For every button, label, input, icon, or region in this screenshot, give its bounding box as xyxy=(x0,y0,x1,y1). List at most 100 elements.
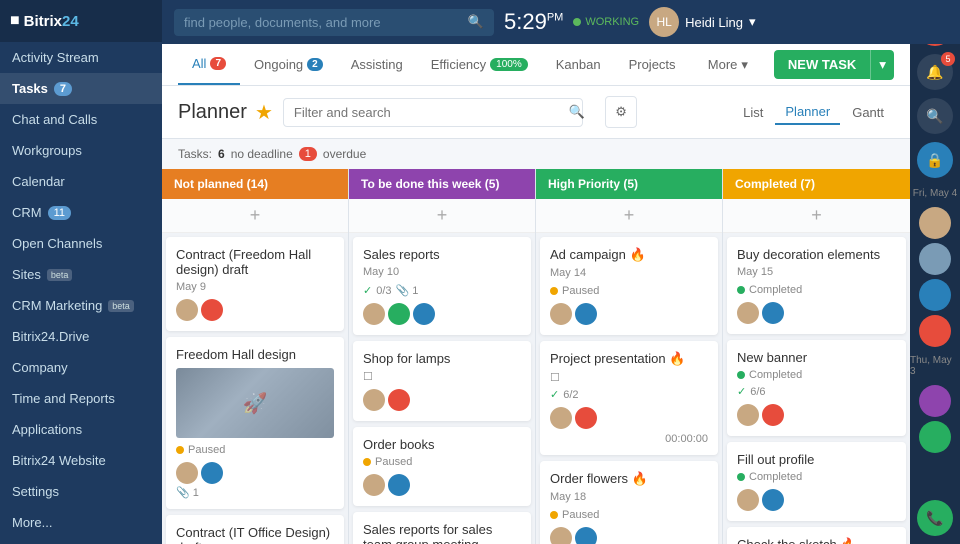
planner-title: Planner ★ xyxy=(178,100,273,125)
sidebar-item-workgroups[interactable]: Workgroups xyxy=(0,135,162,166)
rp-avatar-6[interactable] xyxy=(919,421,951,453)
tab-all[interactable]: All 7 xyxy=(178,44,240,85)
sidebar-item-crm-marketing[interactable]: CRM Marketing beta xyxy=(0,290,162,321)
card-order-books[interactable]: Order books Paused xyxy=(353,427,531,506)
tab-projects[interactable]: Projects xyxy=(615,45,690,84)
col-cards-to-be-done: Sales reports May 10 ✓ 0/3 📎 1 Shop for … xyxy=(349,233,535,544)
tab-more[interactable]: More ▾ xyxy=(694,45,762,85)
avatar xyxy=(363,389,385,411)
avatar xyxy=(762,404,784,426)
rp-avatar-3[interactable] xyxy=(919,279,951,311)
date-label: Fri, May 4 xyxy=(913,188,957,199)
card-ad-campaign[interactable]: Ad campaign 🔥 May 14 Paused xyxy=(540,237,718,335)
sidebar-item-drive[interactable]: Bitrix24.Drive xyxy=(0,321,162,352)
view-list-button[interactable]: List xyxy=(733,101,773,124)
sidebar-item-activity-stream[interactable]: Activity Stream xyxy=(0,42,162,73)
status-dot xyxy=(550,287,558,295)
card-check-sketch[interactable]: Check the sketch 🔥 ✓ 4/4 xyxy=(727,527,906,544)
view-options: List Planner Gantt xyxy=(733,100,894,125)
card-contract-it[interactable]: Contract (IT Office Design) draft May 17 xyxy=(166,515,344,544)
chevron-down-icon: ▾ xyxy=(749,14,756,30)
rp-avatar-5[interactable] xyxy=(919,385,951,417)
col-add-not-planned[interactable]: + xyxy=(162,199,348,233)
col-header-high-priority: High Priority (5) xyxy=(536,169,722,199)
sidebar-item-applications[interactable]: Applications xyxy=(0,414,162,445)
col-header-not-planned: Not planned (14) xyxy=(162,169,348,199)
avatar xyxy=(575,303,597,325)
avatar xyxy=(176,299,198,321)
configure-menu-button[interactable]: CONFIGURE MENU ⚙ xyxy=(0,538,162,544)
search-input[interactable] xyxy=(184,15,462,30)
sidebar-item-calendar[interactable]: Calendar xyxy=(0,166,162,197)
planner-settings-button[interactable]: ⚙ xyxy=(605,96,637,128)
app-name: Bitrix24 xyxy=(24,13,79,30)
view-planner-button[interactable]: Planner xyxy=(775,100,840,125)
search-box[interactable]: 🔍 xyxy=(174,9,494,36)
tab-kanban[interactable]: Kanban xyxy=(542,45,615,84)
avatar xyxy=(176,462,198,484)
bell-icon: 🔔 xyxy=(926,64,943,81)
card-image: 🚀 xyxy=(176,368,334,438)
kanban-board: Not planned (14) + Contract (Freedom Hal… xyxy=(162,169,910,544)
avatar xyxy=(201,299,223,321)
new-task-dropdown-button[interactable]: ▾ xyxy=(870,50,894,80)
sidebar-item-tasks[interactable]: Tasks 7 xyxy=(0,73,162,104)
right-panel: ? 1 🔔 5 🔍 🔒 Fri, May 4 Thu, May 3 📞 xyxy=(910,0,960,544)
column-to-be-done: To be done this week (5) + Sales reports… xyxy=(349,169,536,544)
sidebar-item-open-channels[interactable]: Open Channels xyxy=(0,228,162,259)
user-avatar: HL xyxy=(649,7,679,37)
date-label-2: Thu, May 3 xyxy=(910,355,960,377)
col-add-completed[interactable]: + xyxy=(723,199,910,233)
sidebar-item-chat-calls[interactable]: Chat and Calls xyxy=(0,104,162,135)
status-dot xyxy=(737,473,745,481)
sidebar-item-website[interactable]: Bitrix24 Website xyxy=(0,445,162,476)
col-add-high-priority[interactable]: + xyxy=(536,199,722,233)
tab-assisting[interactable]: Assisting xyxy=(337,45,417,84)
filter-input[interactable] xyxy=(283,98,583,127)
lock-button[interactable]: 🔒 xyxy=(917,142,953,178)
status-dot xyxy=(363,458,371,466)
star-icon[interactable]: ★ xyxy=(255,100,273,125)
sidebar-item-company[interactable]: Company xyxy=(0,352,162,383)
sidebar-item-settings[interactable]: Settings xyxy=(0,476,162,507)
col-header-completed: Completed (7) xyxy=(723,169,910,199)
rp-avatar-4[interactable] xyxy=(919,315,951,347)
sidebar-item-crm[interactable]: CRM 11 xyxy=(0,197,162,228)
card-order-flowers[interactable]: Order flowers 🔥 May 18 Paused xyxy=(540,461,718,544)
topbar: 🔍 5:29PM WORKING HL Heidi Ling ▾ xyxy=(162,0,960,44)
search-icon: 🔍 xyxy=(569,104,585,120)
card-fill-out-profile[interactable]: Fill out profile Completed xyxy=(727,442,906,521)
card-buy-decoration[interactable]: Buy decoration elements May 15 Completed xyxy=(727,237,906,334)
tab-ongoing[interactable]: Ongoing 2 xyxy=(240,45,337,84)
card-project-presentation[interactable]: Project presentation 🔥 ☐ ✓ 6/2 00:00:00 xyxy=(540,341,718,455)
card-sales-reports[interactable]: Sales reports May 10 ✓ 0/3 📎 1 xyxy=(353,237,531,335)
gear-icon: ⚙ xyxy=(615,104,627,120)
column-not-planned: Not planned (14) + Contract (Freedom Hal… xyxy=(162,169,349,544)
notifications-button[interactable]: 🔔 5 xyxy=(917,54,953,90)
column-completed: Completed (7) + Buy decoration elements … xyxy=(723,169,910,544)
sidebar-item-more[interactable]: More... xyxy=(0,507,162,538)
rp-avatar-2[interactable] xyxy=(919,243,951,275)
tab-efficiency[interactable]: Efficiency 100% xyxy=(417,45,542,84)
phone-icon: 📞 xyxy=(926,510,943,527)
avatar xyxy=(388,474,410,496)
view-gantt-button[interactable]: Gantt xyxy=(842,101,894,124)
sidebar-item-time-reports[interactable]: Time and Reports xyxy=(0,383,162,414)
avatar xyxy=(413,303,435,325)
avatar xyxy=(737,489,759,511)
rp-avatar-1[interactable] xyxy=(919,207,951,239)
card-freedom-hall-design[interactable]: Freedom Hall design 🚀 Paused 📎 1 xyxy=(166,337,344,509)
card-new-banner[interactable]: New banner Completed ✓ 6/6 xyxy=(727,340,906,436)
new-task-button[interactable]: NEW TASK xyxy=(774,50,870,79)
user-info[interactable]: HL Heidi Ling ▾ xyxy=(649,7,755,37)
phone-button[interactable]: 📞 xyxy=(917,500,953,536)
search-panel-button[interactable]: 🔍 xyxy=(917,98,953,134)
lock-icon: 🔒 xyxy=(926,152,943,169)
sidebar-item-sites[interactable]: Sites beta xyxy=(0,259,162,290)
avatar xyxy=(363,474,385,496)
card-contract-freedom[interactable]: Contract (Freedom Hall design) draft May… xyxy=(166,237,344,331)
card-sales-reports-group[interactable]: Sales reports for sales team group meeti… xyxy=(353,512,531,544)
card-shop-lamps-1[interactable]: Shop for lamps ☐ xyxy=(353,341,531,421)
avatar xyxy=(201,462,223,484)
col-add-to-be-done[interactable]: + xyxy=(349,199,535,233)
